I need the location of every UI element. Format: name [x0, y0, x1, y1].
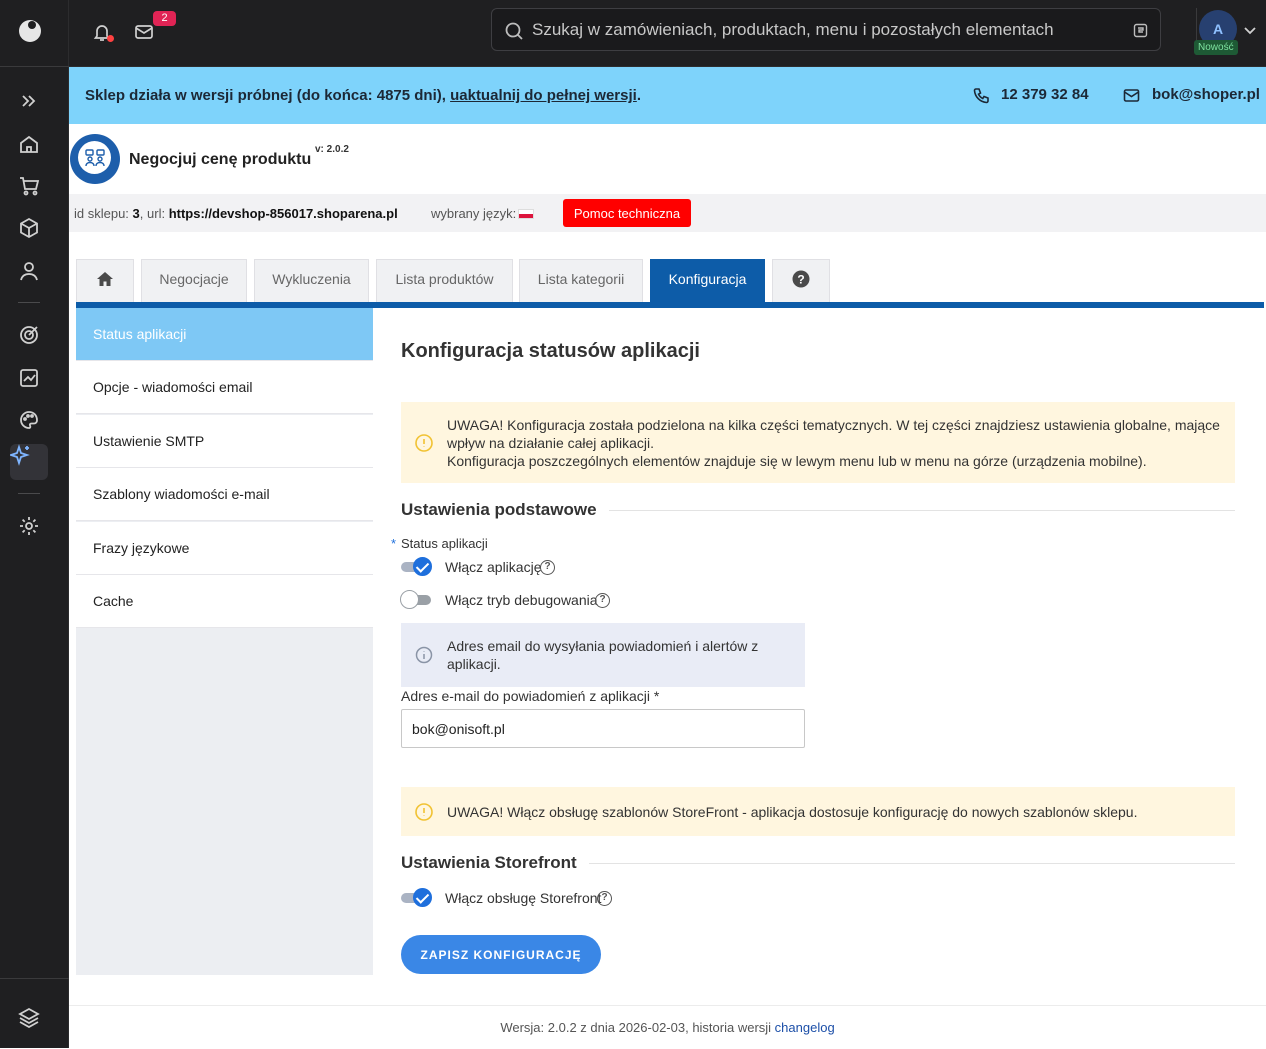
help-question-icon[interactable]: ?: [595, 593, 610, 608]
footer: Wersja: 2.0.2 z dnia 2026-02-03, histori…: [69, 1005, 1266, 1048]
trial-message: Sklep działa w wersji próbnej (do końca:…: [85, 87, 641, 104]
search-input[interactable]: [532, 9, 1122, 50]
selected-language: wybrany język:: [431, 206, 535, 221]
help-question-icon[interactable]: ?: [540, 560, 555, 575]
target-icon[interactable]: [18, 324, 40, 346]
sidebar-item-app-status[interactable]: Status aplikacji: [76, 308, 373, 361]
settings-gear-icon[interactable]: [18, 515, 40, 537]
sidebar-item-smtp[interactable]: Ustawienie SMTP: [76, 415, 373, 468]
warning-info-icon: [414, 802, 434, 822]
shop-id: 3: [132, 206, 140, 221]
storefront-warning-alert: UWAGA! Włącz obsługę szablonów StoreFron…: [401, 787, 1235, 836]
info-circle-icon: [415, 646, 433, 664]
question-circle-icon: ?: [792, 270, 810, 288]
sidebar-item-email-options[interactable]: Opcje - wiadomości email: [76, 361, 373, 414]
app-tabs: Negocjacje Wykluczenia Lista produktów L…: [76, 259, 1264, 308]
required-asterisk: *: [391, 536, 397, 551]
app-title: Negocjuj cenę produktu: [129, 151, 312, 168]
app-logo: [70, 134, 120, 184]
new-feature-badge: Nowość: [1194, 40, 1238, 55]
sidebar-item-email-templates[interactable]: Szablony wiadomości e-mail: [76, 468, 373, 521]
save-configuration-button[interactable]: ZAPISZ KONFIGURACJĘ: [401, 935, 601, 974]
left-rail: [0, 0, 69, 1048]
apps-sparkle-icon[interactable]: [10, 444, 48, 480]
global-search[interactable]: [491, 8, 1161, 51]
cart-icon[interactable]: [18, 175, 40, 197]
top-bar: 2 A Nowość: [69, 0, 1266, 67]
warning-alert: UWAGA! Konfiguracja została podzielona n…: [401, 402, 1235, 483]
help-question-icon[interactable]: ?: [597, 891, 612, 906]
tab-category-list[interactable]: Lista kategorii: [519, 259, 643, 302]
page-title: Konfiguracja statusów aplikacji: [401, 340, 700, 362]
shop-info-strip: id sklepu: 3, url: https://devshop-85601…: [69, 194, 1266, 232]
storefront-label: Włącz obsługę Storefront: [445, 890, 602, 906]
upgrade-link[interactable]: uaktualnij do pełnej wersji: [450, 87, 637, 104]
enable-app-toggle[interactable]: [401, 557, 432, 576]
tab-negotiations[interactable]: Negocjacje: [141, 259, 247, 302]
changelog-link[interactable]: changelog: [775, 1020, 835, 1035]
support-email[interactable]: bok@shoper.pl: [1152, 86, 1260, 103]
layers-icon[interactable]: [18, 1006, 40, 1028]
tab-exclusions[interactable]: Wykluczenia: [254, 259, 369, 302]
status-label: Status aplikacji: [401, 536, 488, 551]
palette-icon[interactable]: [18, 409, 40, 431]
tab-help[interactable]: ?: [772, 259, 830, 302]
messages-mail-icon[interactable]: [134, 22, 154, 42]
messages-count-badge: 2: [153, 11, 176, 26]
section-basic-settings: Ustawienia podstawowe: [401, 500, 1235, 520]
notification-dot: [107, 35, 114, 42]
enable-app-label: Włącz aplikację: [445, 559, 542, 575]
box-icon[interactable]: [18, 217, 40, 239]
shoper-logo[interactable]: [17, 17, 43, 43]
notification-email-field[interactable]: [401, 709, 805, 748]
main-content: Konfiguracja statusów aplikacji UWAGA! K…: [373, 308, 1263, 988]
warning-info-icon: [414, 433, 434, 453]
tech-support-button[interactable]: Pomoc techniczna: [563, 199, 691, 227]
section-storefront-settings: Ustawienia Storefront: [401, 853, 1235, 873]
config-sidebar: Status aplikacji Opcje - wiadomości emai…: [76, 308, 373, 975]
storefront-toggle[interactable]: [401, 888, 432, 907]
tab-home[interactable]: [76, 259, 134, 302]
app-version: v: 2.0.2: [315, 144, 349, 155]
email-field-label: Adres e-mail do powiadomień z aplikacji …: [401, 688, 660, 704]
shop-info: id sklepu: 3, url: https://devshop-85601…: [74, 206, 398, 221]
shop-url: https://devshop-856017.shoparena.pl: [168, 206, 398, 221]
email-info-box: Adres email do wysyłania powiadomień i a…: [401, 623, 805, 687]
trial-banner: Sklep działa w wersji próbnej (do końca:…: [69, 67, 1266, 124]
home-icon: [96, 271, 114, 287]
sidebar-item-cache[interactable]: Cache: [76, 575, 373, 628]
phone-icon: [973, 87, 990, 104]
sidebar-item-language-phrases[interactable]: Frazy językowe: [76, 522, 373, 575]
mail-icon: [1123, 87, 1140, 104]
chevron-down-icon[interactable]: [1243, 23, 1257, 37]
tab-configuration[interactable]: Konfiguracja: [650, 259, 765, 302]
app-header: Negocjuj cenę produktu v: 2.0.2: [69, 124, 1266, 194]
chart-icon[interactable]: [18, 367, 40, 389]
debug-mode-label: Włącz tryb debugowania: [445, 592, 598, 608]
expand-menu-icon[interactable]: [18, 90, 40, 112]
home-icon[interactable]: [18, 133, 40, 155]
debug-mode-toggle[interactable]: [400, 590, 431, 609]
user-icon[interactable]: [18, 260, 40, 282]
tab-product-list[interactable]: Lista produktów: [376, 259, 513, 302]
support-phone[interactable]: 12 379 32 84: [1001, 86, 1089, 103]
search-icon: [504, 21, 524, 41]
svg-text:?: ?: [797, 273, 804, 287]
keyboard-shortcut-icon: [1133, 23, 1148, 38]
poland-flag-icon: [518, 209, 535, 219]
